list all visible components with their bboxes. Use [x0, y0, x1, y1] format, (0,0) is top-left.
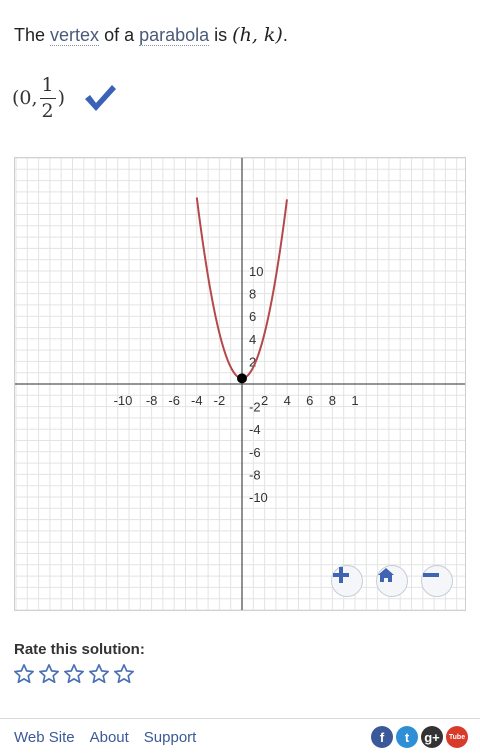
rating-stars	[13, 663, 135, 685]
y-tick-label: -10	[249, 490, 268, 505]
statement-text: of a	[99, 25, 140, 45]
parabola-term-link[interactable]: parabola	[139, 25, 210, 46]
vertex-point	[237, 373, 247, 384]
zoom-in-button[interactable]	[331, 565, 363, 597]
plus-icon	[333, 567, 349, 583]
star-icon[interactable]	[13, 663, 35, 685]
fraction-denominator: 2	[41, 99, 54, 122]
minus-icon	[423, 573, 439, 577]
math-expression: (h, k)	[232, 24, 283, 46]
graph-plot[interactable]: -10 -8 -6 -4 -2 2 4 6 8 1 10 8 6 4 2 -2 -4 -6 -8 -10	[14, 157, 466, 611]
answer-fraction: 1 2	[39, 75, 56, 122]
x-tick-label: -10	[114, 393, 133, 408]
star-icon[interactable]	[113, 663, 135, 685]
facebook-icon[interactable]: f	[371, 726, 393, 748]
problem-statement: The vertex of a parabola is (h, k).	[14, 24, 288, 46]
y-tick-label: 10	[249, 264, 263, 279]
star-icon[interactable]	[63, 663, 85, 685]
statement-text: The	[14, 25, 51, 45]
statement-text: is	[209, 25, 233, 45]
answer-open: (0,	[12, 87, 38, 109]
google-plus-icon[interactable]: g+	[421, 726, 443, 748]
reset-view-button[interactable]	[376, 565, 408, 597]
x-tick-label: 8	[329, 393, 336, 408]
x-tick-label: 6	[306, 393, 313, 408]
y-tick-label: 4	[249, 332, 256, 347]
star-icon[interactable]	[88, 663, 110, 685]
x-tick-label: 4	[284, 393, 291, 408]
y-tick-label: 8	[249, 287, 256, 302]
fraction-numerator: 1	[39, 75, 56, 99]
y-tick-label: -8	[249, 467, 261, 482]
footer-divider	[0, 718, 480, 719]
zoom-out-button[interactable]	[421, 565, 453, 597]
x-tick-label: 2	[261, 393, 268, 408]
footer-links: Web Site About Support	[14, 729, 196, 746]
social-icons: f t g+ Tube	[371, 726, 468, 748]
footer-link-support[interactable]: Support	[144, 729, 197, 746]
vertex-term-link[interactable]: vertex	[50, 25, 100, 46]
x-tick-label: 1	[351, 393, 358, 408]
y-tick-label: 6	[249, 309, 256, 324]
answer: (0, 1 2 )	[12, 70, 117, 126]
twitter-icon[interactable]: t	[396, 726, 418, 748]
y-tick-label: -2	[249, 400, 261, 415]
footer-link-about[interactable]: About	[90, 729, 129, 746]
y-tick-label: -6	[249, 445, 261, 460]
rate-title: Rate this solution:	[14, 641, 145, 658]
x-tick-label: -6	[168, 393, 180, 408]
home-icon	[378, 568, 394, 582]
x-tick-label: -8	[146, 393, 158, 408]
youtube-icon[interactable]: Tube	[446, 726, 468, 748]
answer-close: )	[57, 87, 66, 109]
x-tick-label: -2	[214, 393, 226, 408]
graph-canvas[interactable]: -10 -8 -6 -4 -2 2 4 6 8 1108642-2-4-6-8-10	[15, 158, 466, 611]
checkmark-icon	[85, 85, 117, 111]
x-tick-label: -4	[191, 393, 203, 408]
star-icon[interactable]	[38, 663, 60, 685]
y-tick-label: -4	[249, 422, 261, 437]
statement-period: .	[282, 25, 288, 45]
footer-link-web-site[interactable]: Web Site	[14, 729, 75, 746]
